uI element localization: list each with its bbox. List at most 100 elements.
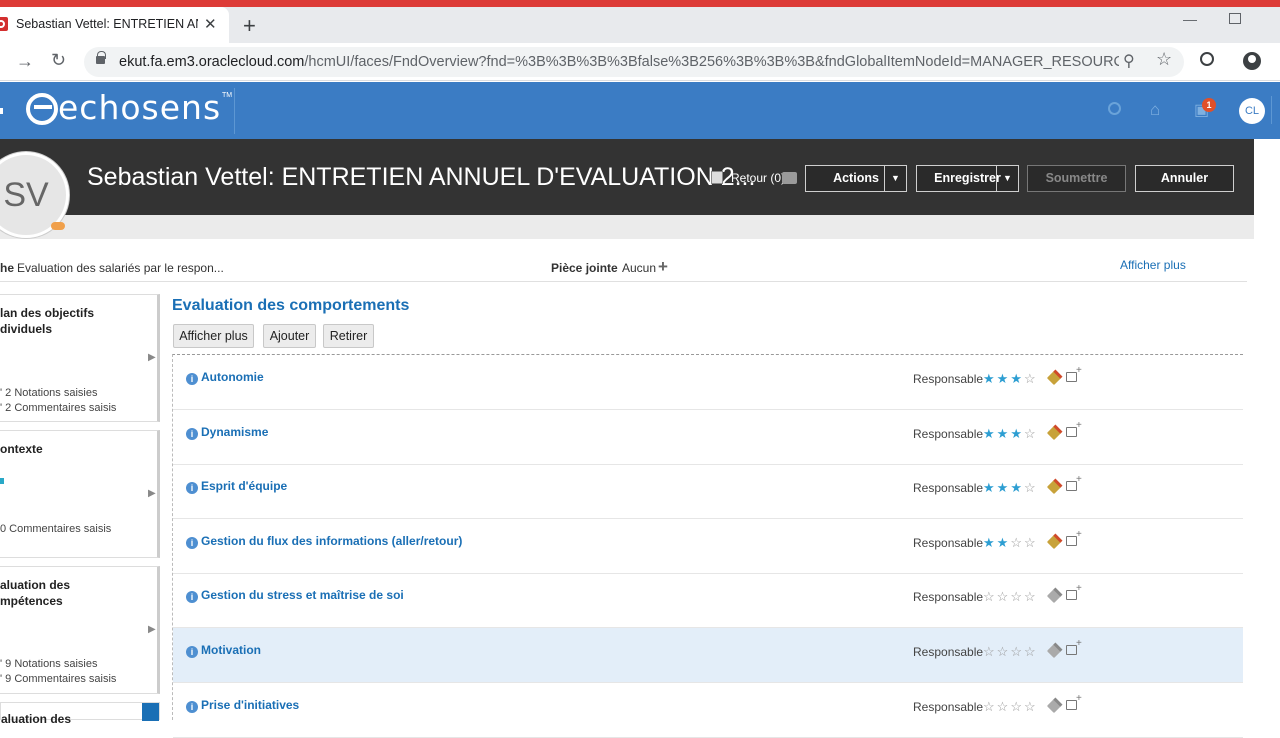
star-icon[interactable]: ☆ [1024, 699, 1038, 714]
rating-stars[interactable]: ★★☆☆ [983, 535, 1038, 551]
maximize-icon[interactable] [1229, 13, 1241, 24]
list-item[interactable]: i Gestion du flux des informations (aller… [173, 519, 1243, 574]
star-icon[interactable]: ★ [1010, 426, 1024, 441]
row-name[interactable]: Autonomie [201, 370, 264, 384]
retour-link[interactable]: Retour (0) [731, 171, 785, 185]
list-item[interactable]: i Esprit d'équipe Responsable ★★★☆ [173, 464, 1243, 520]
close-tab-icon[interactable]: ✕ [204, 15, 217, 33]
star-icon[interactable]: ☆ [1024, 480, 1038, 495]
chevron-right-icon[interactable]: ▶ [148, 624, 156, 635]
chevron-right-icon[interactable]: ▶ [148, 488, 156, 499]
rating-stars[interactable]: ☆☆☆☆ [983, 644, 1038, 660]
url-text[interactable]: ekut.fa.em3.oraclecloud.com/hcmUI/faces/… [119, 54, 1119, 70]
info-icon[interactable]: i [186, 482, 198, 495]
add-comment-icon[interactable] [1066, 693, 1082, 710]
new-tab-button[interactable]: + [243, 13, 256, 39]
home-icon[interactable]: ⌂ [1150, 100, 1160, 120]
menu-icon[interactable] [0, 108, 3, 114]
echosens-logo-icon[interactable] [26, 93, 58, 125]
row-name[interactable]: Gestion du flux des informations (aller/… [201, 534, 462, 548]
add-comment-icon[interactable] [1066, 474, 1082, 492]
star-icon[interactable]: ★ [983, 426, 997, 441]
nav-card-contexte[interactable]: ontexte ▶ 0 Commentaires saisis [0, 430, 160, 558]
row-name[interactable]: Prise d'initiatives [201, 698, 299, 712]
info-icon[interactable]: i [186, 427, 198, 440]
chevron-down-icon[interactable]: ▼ [996, 166, 1018, 191]
star-icon[interactable]: ☆ [1024, 535, 1038, 550]
show-more-button[interactable]: Afficher plus [173, 324, 254, 348]
row-name[interactable]: Motivation [201, 643, 261, 657]
info-icon[interactable]: i [186, 536, 198, 549]
forward-icon[interactable]: → [16, 51, 34, 72]
add-attachment-icon[interactable]: + [658, 257, 668, 277]
star-icon[interactable]: ☆ [983, 589, 997, 604]
nav-card-objectifs[interactable]: lan des objectifs dividuels ▶ ' 2 Notati… [0, 294, 160, 422]
row-name[interactable]: Dynamisme [201, 425, 268, 439]
nav-card-comportements[interactable]: aluation des [0, 702, 160, 726]
star-icon[interactable]: ★ [1010, 371, 1024, 386]
star-icon[interactable]: ☆ [983, 699, 997, 714]
star-icon[interactable]: ★ [983, 535, 997, 550]
list-item[interactable]: i Gestion du stress et maîtrise de soi Res… [173, 573, 1243, 629]
edit-note-icon[interactable] [711, 171, 723, 184]
add-comment-icon[interactable] [1066, 638, 1082, 655]
add-comment-icon[interactable] [1066, 365, 1082, 382]
star-icon[interactable]: ☆ [1010, 589, 1024, 604]
star-icon[interactable]: ☆ [1010, 535, 1024, 550]
star-icon[interactable]: ☆ [1010, 644, 1024, 659]
star-icon[interactable]: ☆ [997, 589, 1011, 604]
info-icon[interactable]: i [186, 373, 198, 385]
list-item[interactable]: i Prise d'initiatives Responsable ☆☆☆☆ [173, 683, 1243, 738]
star-icon[interactable]: ☆ [1024, 426, 1038, 441]
remove-button[interactable]: Retirer [323, 324, 374, 348]
add-button[interactable]: Ajouter [263, 324, 316, 348]
star-icon[interactable]: ★ [997, 371, 1011, 386]
logo-text[interactable]: echosens [58, 88, 221, 127]
address-bar[interactable]: ekut.fa.em3.oraclecloud.com/hcmUI/faces/… [84, 47, 1184, 77]
star-icon[interactable]: ★ [997, 426, 1011, 441]
rating-stars[interactable]: ★★★☆ [983, 371, 1038, 387]
search-icon[interactable] [1108, 102, 1121, 115]
star-icon[interactable]: ☆ [983, 644, 997, 659]
browser-tab[interactable]: Sebastian Vettel: ENTRETIEN ANNUEL D'EVA… [0, 7, 229, 43]
actions-button[interactable]: Actions ▼ [805, 165, 907, 192]
star-icon[interactable]: ★ [997, 535, 1011, 550]
minimize-icon[interactable]: — [1183, 11, 1197, 27]
clear-rating-icon[interactable] [1046, 643, 1062, 659]
star-icon[interactable]: ☆ [997, 699, 1011, 714]
rating-stars[interactable]: ☆☆☆☆ [983, 589, 1038, 605]
star-icon[interactable]: ★ [983, 480, 997, 495]
row-name[interactable]: Gestion du stress et maîtrise de soi [201, 588, 404, 602]
add-comment-icon[interactable] [1066, 583, 1082, 601]
list-item[interactable]: i Motivation Responsable ☆☆☆☆ [173, 628, 1243, 683]
add-comment-icon[interactable] [1066, 420, 1082, 437]
star-icon[interactable]: ★ [997, 480, 1011, 495]
extension-icon[interactable] [1200, 52, 1214, 66]
clear-rating-icon[interactable] [1046, 534, 1062, 549]
chevron-down-icon[interactable]: ▼ [884, 166, 906, 191]
clear-rating-icon[interactable] [1046, 370, 1062, 386]
list-item[interactable]: i Autonomie Responsable ★★★☆ [173, 355, 1243, 410]
star-icon[interactable]: ☆ [1024, 644, 1038, 659]
clear-rating-icon[interactable] [1046, 425, 1062, 440]
rating-stars[interactable]: ★★★☆ [983, 480, 1038, 496]
rating-stars[interactable]: ★★★☆ [983, 426, 1038, 442]
user-avatar[interactable]: CL [1239, 98, 1265, 124]
zoom-icon[interactable]: ⚲ [1123, 51, 1135, 71]
profile-icon[interactable] [1243, 52, 1261, 70]
clear-rating-icon[interactable] [1046, 698, 1062, 713]
info-icon[interactable]: i [186, 646, 198, 658]
info-icon[interactable]: i [186, 591, 198, 604]
print-icon[interactable] [782, 172, 797, 184]
nav-card-competences[interactable]: aluation des mpétences ▶ ' 9 Notations s… [0, 566, 160, 694]
save-button[interactable]: Enregistrer ▼ [916, 165, 1019, 192]
info-icon[interactable]: i [186, 700, 198, 713]
row-name[interactable]: Esprit d'équipe [201, 479, 287, 493]
submit-button[interactable]: Soumettre [1027, 165, 1126, 192]
clear-rating-icon[interactable] [1046, 589, 1062, 604]
list-item[interactable]: i Dynamisme Responsable ★★★☆ [173, 410, 1243, 465]
star-icon[interactable]: ★ [1010, 480, 1024, 495]
star-icon[interactable]: ☆ [1010, 699, 1024, 714]
cancel-button[interactable]: Annuler [1135, 165, 1234, 192]
add-comment-icon[interactable] [1066, 529, 1082, 546]
